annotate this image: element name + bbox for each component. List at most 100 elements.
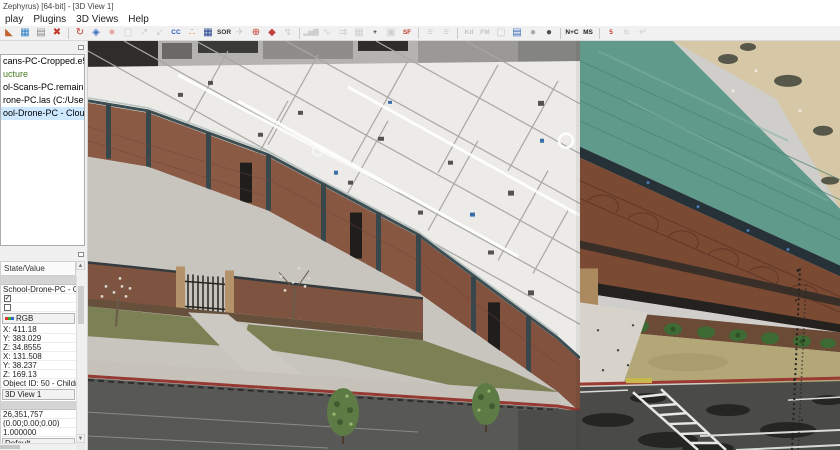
toolbar-separator: [418, 28, 419, 39]
menu-item-plugins[interactable]: Plugins: [28, 13, 71, 26]
translate-rotate-icon[interactable]: ⊕: [248, 26, 264, 40]
property-value: School-Drone-PC - Cl: [3, 285, 76, 294]
menu-item-help[interactable]: Help: [123, 13, 154, 26]
property-value: X: 131.508: [3, 352, 42, 361]
property-value: (0.00;0.00;0.00): [3, 419, 59, 428]
rgb-icon: [5, 317, 14, 320]
ms-plugin-icon[interactable]: MS: [580, 26, 596, 40]
dropdown-value: 3D View 1: [5, 389, 41, 400]
menu-item-3d-views[interactable]: 3D Views: [71, 13, 123, 26]
properties-dock-header: [0, 248, 87, 261]
property-section-row: [1, 401, 76, 410]
property-value: Y: 383.029: [3, 334, 41, 343]
tree-item[interactable]: ucture: [1, 68, 84, 81]
sf-list-2-icon[interactable]: ≡: [438, 26, 454, 40]
tree-item[interactable]: ol-Scans-PC.remaining.r: [1, 81, 84, 94]
tree-item[interactable]: rone-PC.las (C:/Users/F: [1, 94, 84, 107]
fly-mode-icon[interactable]: ✈: [232, 26, 248, 40]
fm-plugin-icon[interactable]: FM: [477, 26, 493, 40]
db-tree-panel: cans-PC-Cropped.e57 (uctureol-Scans-PC.r…: [0, 41, 87, 248]
tree-item[interactable]: ool-Drone-PC - Cloud: [1, 107, 84, 120]
window-title: Zephyrus) [64-bit] - [3D View 1]: [3, 2, 114, 11]
property-checkbox-row[interactable]: ✓: [1, 294, 76, 303]
toolbar-separator: [68, 28, 69, 39]
toolbar-separator: [599, 28, 600, 39]
properties-horizontal-scrollbar[interactable]: [0, 443, 76, 450]
cloud-cloud-distance-icon[interactable]: CC: [168, 26, 184, 40]
float-panel-icon[interactable]: [78, 45, 84, 50]
property-section-row: [1, 276, 76, 285]
scroll-up-arrow[interactable]: ▲: [76, 261, 85, 270]
plugin-s-icon[interactable]: S:: [619, 26, 635, 40]
histogram-icon[interactable]: ▂▅▇: [303, 26, 319, 40]
sphere-dark-icon[interactable]: ●: [541, 26, 557, 40]
plugin-box-icon[interactable]: ▢: [493, 26, 509, 40]
scale-up-icon[interactable]: ↗: [136, 26, 152, 40]
menu-item-play[interactable]: play: [0, 13, 28, 26]
scroll-down-arrow[interactable]: ▼: [76, 434, 85, 443]
statistical-test-icon[interactable]: ▦: [200, 26, 216, 40]
merge-icon[interactable]: ∗: [104, 26, 120, 40]
property-value-row: Y: 383.029: [1, 334, 76, 343]
property-dropdown[interactable]: 3D View 1: [2, 389, 75, 400]
yellow-marking: [626, 378, 652, 383]
property-value: Z: 169.13: [3, 370, 37, 379]
subsample-icon[interactable]: ▢: [120, 26, 136, 40]
property-value-row: (0.00;0.00;0.00): [1, 419, 76, 428]
checkbox-checked[interactable]: ✓: [4, 295, 11, 302]
colors-dropdown[interactable]: RGB: [2, 313, 75, 324]
pick-rotation-center-icon[interactable]: ↯: [280, 26, 296, 40]
property-value: Object ID: 50 - Childre: [3, 379, 76, 388]
property-value-row: Y: 38.237: [1, 361, 76, 370]
cloud-seam: [576, 41, 580, 450]
segment-icon[interactable]: ◆: [264, 26, 280, 40]
db-tree-list: cans-PC-Cropped.e57 (uctureol-Scans-PC.r…: [0, 54, 85, 246]
plugin-file-icon[interactable]: ▤: [509, 26, 525, 40]
gradient-icon[interactable]: ⇉: [335, 26, 351, 40]
delete-icon[interactable]: ✖: [49, 26, 65, 40]
title-bar: Zephyrus) [64-bit] - [3D View 1]: [0, 0, 840, 12]
checkbox-unchecked[interactable]: [4, 304, 11, 311]
dropdown-value: RGB: [16, 313, 33, 324]
apply-transformation-icon[interactable]: ↻: [72, 26, 88, 40]
curvature-icon[interactable]: ∿: [319, 26, 335, 40]
properties-value-column: School-Drone-PC - Cl✓ RGBX: 411.18Y: 383.…: [0, 276, 76, 443]
import-arrow-icon[interactable]: ↵: [635, 26, 651, 40]
save-icon[interactable]: ▤: [33, 26, 49, 40]
normals-compass-icon[interactable]: N+C: [564, 26, 580, 40]
kd-tree-icon[interactable]: Kd: [461, 26, 477, 40]
tree-item[interactable]: cans-PC-Cropped.e57 (: [1, 55, 84, 68]
globe-db-icon[interactable]: ▦: [17, 26, 33, 40]
scrollbar-thumb[interactable]: [0, 445, 20, 449]
scalar-fields-icon[interactable]: SF: [399, 26, 415, 40]
scale-down-icon[interactable]: ↙: [152, 26, 168, 40]
property-value: Y: 38.237: [3, 361, 37, 370]
sor-filter-icon[interactable]: SOR: [216, 26, 232, 40]
3d-viewport[interactable]: [88, 41, 840, 450]
property-value: Z: 34.8555: [3, 343, 41, 352]
property-checkbox-row[interactable]: [1, 303, 76, 312]
sf-list-1-icon[interactable]: ≡: [422, 26, 438, 40]
scrollbar-thumb[interactable]: [78, 286, 84, 324]
raster-grid-icon[interactable]: ▦: [351, 26, 367, 40]
plugin-5-icon[interactable]: 5: [603, 26, 619, 40]
drone-cloud: [580, 41, 840, 450]
sphere-light-icon[interactable]: ●: [525, 26, 541, 40]
property-value-row: School-Drone-PC - Cl: [1, 285, 76, 294]
sf-box-icon[interactable]: ▣: [383, 26, 399, 40]
properties-vertical-scrollbar[interactable]: ▼: [76, 276, 85, 443]
property-value-row: 1.000000: [1, 428, 76, 437]
clone-icon[interactable]: ◈: [88, 26, 104, 40]
property-value: X: 411.18: [3, 325, 37, 334]
point-picking-icon[interactable]: ∴: [184, 26, 200, 40]
property-value-row: X: 131.508: [1, 352, 76, 361]
crop-partial-icon[interactable]: ◣: [1, 26, 17, 40]
toolbar-separator: [457, 28, 458, 39]
float-panel-icon[interactable]: [78, 252, 84, 257]
point-cloud-render: [88, 41, 840, 450]
add-constant-icon[interactable]: +: [367, 26, 383, 40]
property-value-row: 26,351,757: [1, 410, 76, 419]
toolbar-separator: [560, 28, 561, 39]
db-tree-dock-header: [0, 41, 87, 54]
properties-column-header[interactable]: State/Value: [0, 261, 76, 276]
